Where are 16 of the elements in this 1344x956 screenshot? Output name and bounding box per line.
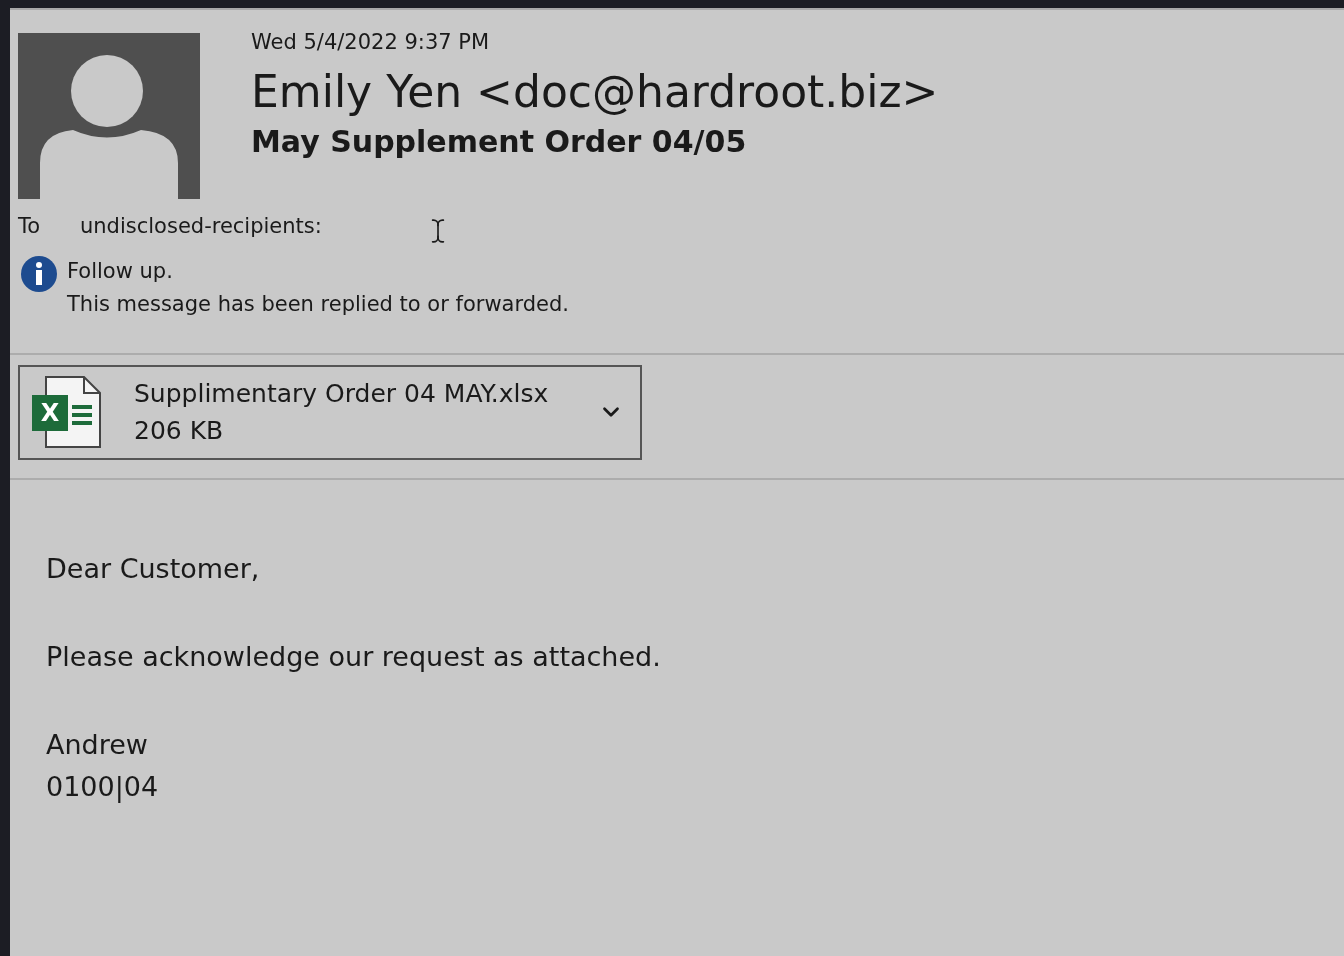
body-text: Dear Customer, — [46, 551, 261, 586]
sender-name: Emily Yen <doc@hardroot.biz> — [251, 65, 939, 119]
attachment-name: Supplimentary Order 04 MAY.xlsx — [134, 378, 549, 410]
attachment-size: 206 KB — [134, 415, 225, 447]
info-title: Follow up. — [67, 257, 174, 285]
attachment-card[interactable]: X Supplimentary Order 04 MAY.xlsx 206 KB — [18, 364, 642, 460]
body-text: Please acknowledge our request as attached. — [46, 639, 662, 674]
message-date: Wed 5/4/2022 9:37 PM — [251, 29, 491, 55]
info-icon — [20, 254, 58, 293]
info-text: This message has been replied to or forwarded. — [67, 290, 569, 318]
signature-name: Andrew — [46, 727, 149, 762]
to-label: To — [18, 213, 42, 240]
signature-text: 0100|04 — [46, 769, 160, 805]
person-avatar-icon — [18, 33, 200, 199]
message-subject: May Supplement Order 04/05 — [251, 123, 748, 161]
recipients: undisclosed-recipients: — [80, 213, 322, 240]
